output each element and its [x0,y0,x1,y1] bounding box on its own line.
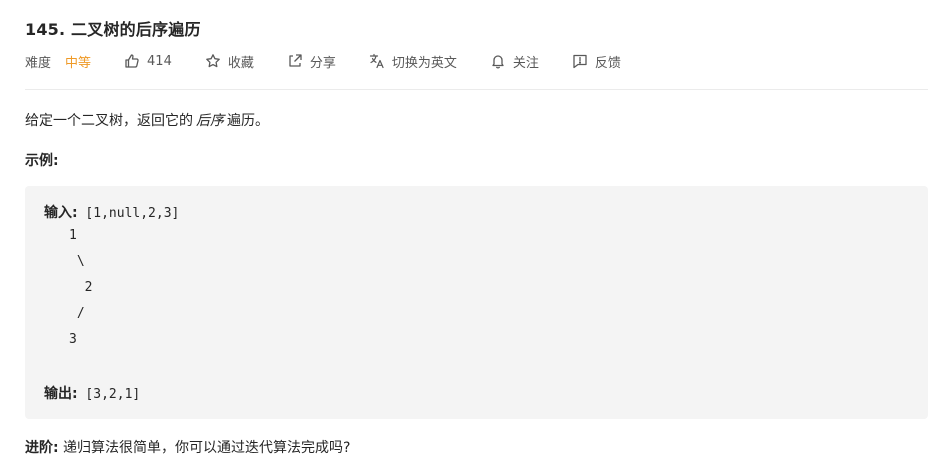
like-button[interactable]: 414 [124,53,172,69]
bell-icon [490,53,506,69]
share-label: 分享 [309,55,336,71]
output-label: 输出: [44,386,78,402]
follow-up: 进阶: 递归算法很简单，你可以通过迭代算法完成吗? [25,437,351,457]
star-icon [205,53,221,69]
tree-line-1: 1 [69,228,77,243]
feedback-label: 反馈 [594,55,621,71]
share-button[interactable]: 分享 [287,52,336,71]
problem-page: 145. 二叉树的后序遍历 难度 中等 414 收藏 分享 切换为英文 关注 反… [0,0,947,470]
follow-up-label: 进阶: [25,440,59,456]
divider [25,89,928,90]
description-prefix: 给定一个二叉树，返回它的 [25,113,193,129]
problem-description: 给定一个二叉树，返回它的 后序 遍历。 [25,110,269,130]
description-suffix: 遍历。 [227,113,269,129]
share-icon [287,53,303,69]
example-output: 输出: [3,2,1] [44,383,140,403]
problem-meta-bar: 难度 中等 414 收藏 分享 切换为英文 关注 反馈 [25,51,621,71]
translate-label: 切换为英文 [391,55,457,71]
follow-button[interactable]: 关注 [490,52,539,71]
tree-line-2: \ [69,254,85,269]
tree-line-4: / [69,306,85,321]
tree-line-3: 2 [69,280,93,295]
feedback-button[interactable]: 反馈 [572,52,621,71]
difficulty-label: 难度 [25,55,52,71]
favorite-label: 收藏 [227,55,254,71]
follow-label: 关注 [512,55,539,71]
favorite-button[interactable]: 收藏 [205,52,254,71]
output-value: [3,2,1] [77,387,141,402]
input-label: 输入: [44,205,78,221]
like-count: 414 [147,53,172,69]
translate-button[interactable]: 切换为英文 [369,52,457,71]
difficulty: 难度 中等 [25,52,91,71]
example-input: 输入: [1,null,2,3] [44,202,179,222]
follow-up-text: 递归算法很简单，你可以通过迭代算法完成吗? [58,440,351,456]
tree-line-5: 3 [69,332,77,347]
difficulty-value: 中等 [65,55,92,71]
thumbs-up-icon [124,53,140,69]
description-emphasis: 后序 [196,113,224,129]
example-code-block: 输入: [1,null,2,3] 1 \ 2 / 3 输出: [3,2,1] [25,186,928,419]
problem-title: 145. 二叉树的后序遍历 [25,20,201,39]
translate-icon [369,53,385,69]
input-value: [1,null,2,3] [77,206,180,221]
example-title: 示例: [25,153,59,169]
feedback-icon [572,53,588,69]
